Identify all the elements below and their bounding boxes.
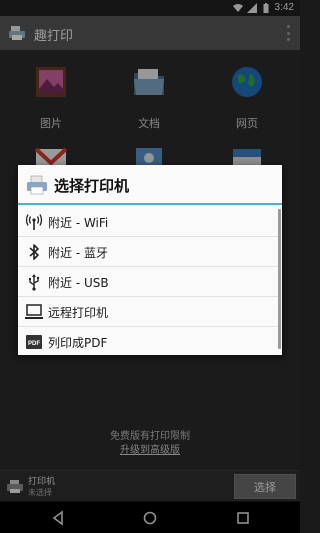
option-bluetooth[interactable]: 附近 - 蓝牙 — [18, 237, 278, 267]
option-usb[interactable]: 附近 - USB — [18, 267, 278, 297]
dialog-title: 选择打印机 — [54, 177, 130, 195]
option-print-to-pdf[interactable]: PDF 列印成PDF — [18, 327, 278, 357]
option-remote-printer[interactable]: 远程打印机 — [18, 297, 278, 327]
option-label: 远程打印机 — [48, 306, 109, 320]
option-label: 附近 - 蓝牙 — [48, 246, 108, 260]
usb-icon — [29, 274, 40, 291]
option-label: 附近 - WiFi — [48, 216, 109, 230]
select-printer-dialog: 选择打印机 附近 - WiFi 附近 - 蓝牙 附近 - USB 远程打印机 P… — [18, 165, 282, 355]
dialog-scrollbar[interactable] — [278, 209, 281, 349]
svg-text:PDF: PDF — [28, 341, 40, 347]
printer-icon — [27, 175, 47, 195]
computer-icon — [25, 304, 43, 319]
dialog-header: 选择打印机 — [18, 165, 282, 205]
option-wifi[interactable]: 附近 - WiFi — [18, 207, 278, 237]
wifi-antenna-icon — [25, 214, 43, 230]
pdf-icon: PDF — [26, 335, 42, 349]
option-label: 列印成PDF — [48, 336, 108, 350]
bluetooth-icon — [29, 244, 39, 260]
option-label: 附近 - USB — [48, 276, 109, 290]
